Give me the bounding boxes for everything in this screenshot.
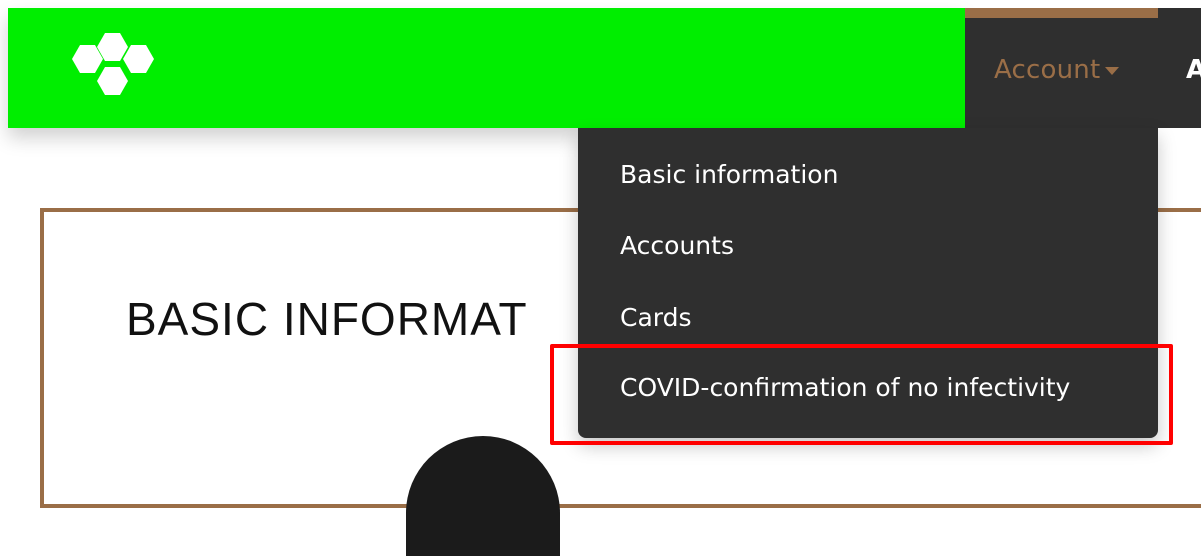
next-menu-label: A xyxy=(1186,55,1201,85)
dropdown-item-accounts[interactable]: Accounts xyxy=(620,231,734,260)
account-menu-toggle[interactable]: Account xyxy=(994,50,1120,90)
logo-hexagon-right xyxy=(123,45,154,73)
page-title: BASIC INFORMAT xyxy=(126,293,528,345)
logo-hexagon-bottom xyxy=(97,67,128,95)
hexagon-cluster-logo-icon[interactable] xyxy=(62,33,164,101)
account-menu-label: Account xyxy=(994,55,1101,85)
dropdown-item-cards[interactable]: Cards xyxy=(620,303,692,332)
dropdown-item-basic-information[interactable]: Basic information xyxy=(620,160,838,189)
covid-confirmation-highlight-box xyxy=(550,344,1173,445)
next-menu-item[interactable]: A xyxy=(1186,52,1201,88)
account-navbar-accent xyxy=(965,8,1158,18)
caret-down-icon xyxy=(1105,67,1120,75)
logo-svg xyxy=(72,33,154,95)
